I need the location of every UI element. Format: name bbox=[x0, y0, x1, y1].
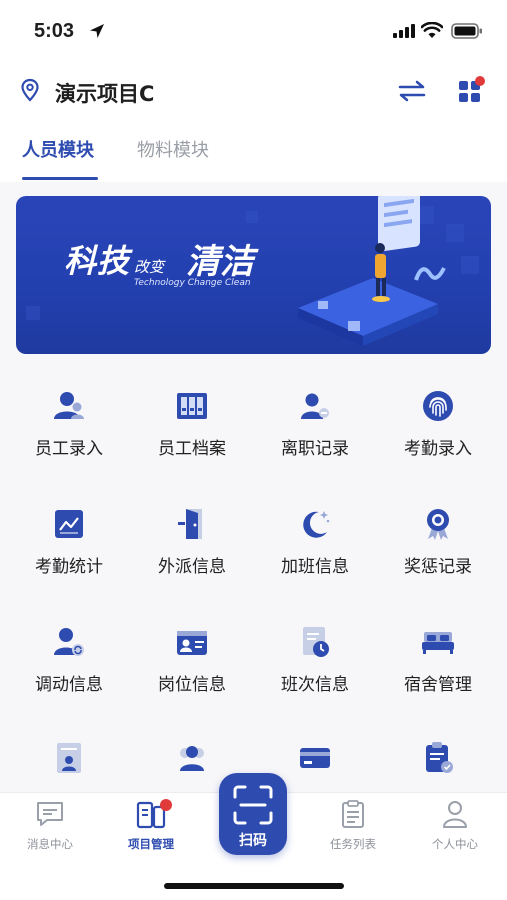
banner-title-change: 改变 bbox=[134, 258, 165, 276]
nav-label: 任务列表 bbox=[330, 837, 376, 851]
scan-button[interactable]: 扫码 bbox=[219, 773, 287, 855]
tab-materials[interactable]: 物料模块 bbox=[137, 136, 209, 162]
grid-item-reward-records[interactable]: 奖惩记录 bbox=[377, 506, 499, 606]
grid-item-label: 奖惩记录 bbox=[404, 557, 472, 577]
status-bar: 5:03 bbox=[0, 0, 507, 64]
project-name[interactable]: 演示项目C bbox=[55, 78, 154, 108]
nav-label: 个人中心 bbox=[432, 837, 478, 851]
tab-active-indicator bbox=[22, 177, 98, 180]
grid-item-label: 岗位信息 bbox=[158, 675, 226, 695]
grid-item-label: 外派信息 bbox=[158, 557, 226, 577]
grid-item-label: 班次信息 bbox=[281, 675, 349, 695]
grid-item-employee-archive[interactable]: 员工档案 bbox=[131, 388, 253, 488]
nav-personal-center[interactable]: 个人中心 bbox=[405, 793, 505, 863]
grid-item-label: 宿舍管理 bbox=[404, 675, 472, 695]
id-card-icon bbox=[177, 631, 207, 655]
grid-item-shift-info[interactable]: 班次信息 bbox=[254, 624, 376, 724]
grid-item-label: 考勤统计 bbox=[35, 557, 103, 577]
chart-icon bbox=[55, 510, 83, 538]
banner-title-tech: 科技 bbox=[64, 242, 131, 280]
schedule-icon bbox=[303, 627, 329, 657]
grid-item-clipboard[interactable] bbox=[377, 740, 499, 792]
nav-project-management[interactable]: 项目管理 bbox=[101, 793, 201, 863]
user-add-icon bbox=[54, 392, 84, 419]
clipboard-icon bbox=[426, 742, 453, 773]
grid-item-certificate[interactable] bbox=[8, 740, 130, 792]
scan-icon bbox=[233, 785, 273, 825]
location-arrow-icon bbox=[90, 24, 104, 38]
users-icon bbox=[180, 746, 204, 771]
grid-item-overtime-info[interactable]: 加班信息 bbox=[254, 506, 376, 606]
user-transfer-icon bbox=[54, 628, 84, 656]
message-icon bbox=[37, 802, 63, 826]
grid-item-dorm-management[interactable]: 宿舍管理 bbox=[377, 624, 499, 724]
user-leave-icon bbox=[301, 393, 329, 419]
grid-item-label: 调动信息 bbox=[35, 675, 103, 695]
grid-item-label: 员工录入 bbox=[35, 439, 103, 459]
banner-title-clean: 清洁 bbox=[186, 242, 254, 282]
banner-subtitle: Technology Change Clean bbox=[134, 278, 251, 288]
banner[interactable]: 科技 改变 清洁 Technology Change Clean bbox=[16, 196, 491, 354]
location-pin-icon bbox=[21, 78, 39, 102]
swap-icon[interactable] bbox=[396, 80, 428, 102]
battery-icon bbox=[451, 23, 482, 39]
nav-task-list[interactable]: 任务列表 bbox=[303, 793, 403, 863]
grid-item-label: 加班信息 bbox=[281, 557, 349, 577]
certificate-icon bbox=[57, 743, 81, 773]
home-indicator bbox=[164, 883, 344, 889]
banner-illustration bbox=[298, 196, 446, 346]
grid-item-dispatch-info[interactable]: 外派信息 bbox=[131, 506, 253, 606]
card-icon bbox=[300, 748, 330, 768]
bed-icon bbox=[422, 632, 454, 654]
scan-label: 扫码 bbox=[239, 833, 267, 849]
wifi-icon bbox=[421, 22, 443, 38]
moon-icon bbox=[303, 511, 330, 538]
door-icon bbox=[178, 509, 202, 539]
nav-label: 项目管理 bbox=[128, 837, 174, 851]
project-icon bbox=[136, 799, 172, 829]
medal-icon bbox=[427, 509, 449, 540]
header: 演示项目C bbox=[0, 70, 507, 114]
grid-item-label: 考勤录入 bbox=[404, 439, 472, 459]
grid-item-attendance-stats[interactable]: 考勤统计 bbox=[8, 506, 130, 606]
archive-icon bbox=[177, 393, 207, 419]
nav-label: 消息中心 bbox=[27, 837, 73, 851]
apps-grid-icon[interactable] bbox=[455, 75, 487, 107]
grid-item-transfer-info[interactable]: 调动信息 bbox=[8, 624, 130, 724]
grid-item-attendance-entry[interactable]: 考勤录入 bbox=[377, 388, 499, 488]
grid-item-position-info[interactable]: 岗位信息 bbox=[131, 624, 253, 724]
grid-item-resignation-records[interactable]: 离职记录 bbox=[254, 388, 376, 488]
fingerprint-icon bbox=[423, 391, 453, 421]
person-icon bbox=[443, 801, 467, 828]
grid-item-label: 离职记录 bbox=[281, 439, 349, 459]
grid-item-employee-entry[interactable]: 员工录入 bbox=[8, 388, 130, 488]
nav-messages[interactable]: 消息中心 bbox=[0, 793, 100, 863]
status-time: 5:03 bbox=[34, 20, 75, 42]
module-tabs: 人员模块 物料模块 bbox=[0, 128, 507, 182]
tab-personnel[interactable]: 人员模块 bbox=[22, 136, 94, 162]
task-list-icon bbox=[342, 800, 364, 828]
grid-item-label: 员工档案 bbox=[158, 439, 226, 459]
cellular-signal-icon bbox=[393, 24, 415, 38]
